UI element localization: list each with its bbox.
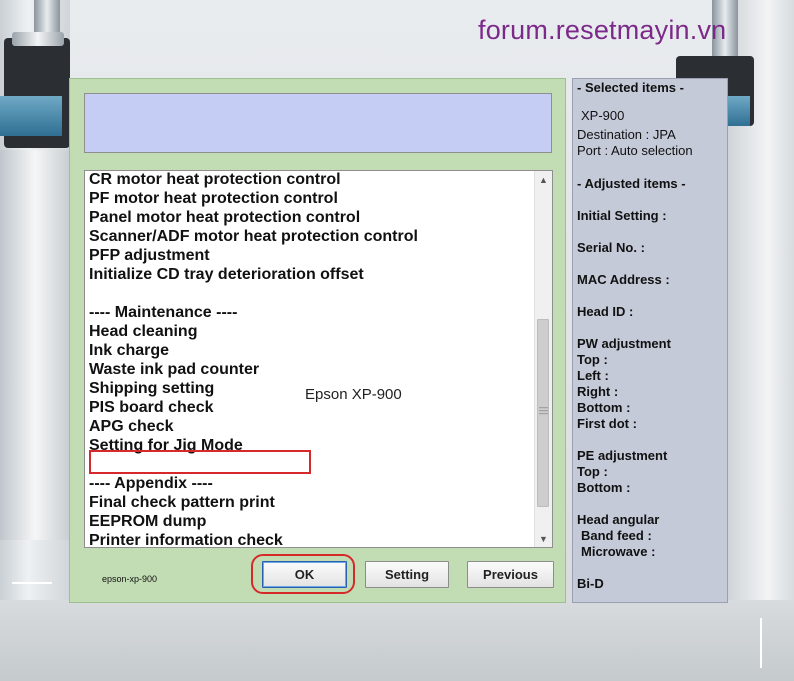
- list-scrollbar[interactable]: ▲ — — — ▼: [534, 171, 552, 547]
- head-id-label: Head ID :: [577, 304, 634, 319]
- adjusted-items-header: - Adjusted items -: [577, 176, 686, 191]
- chevron-down-icon[interactable]: ▼: [535, 530, 552, 547]
- list-item[interactable]: Waste ink pad counter: [89, 360, 534, 379]
- list-item[interactable]: APG check: [89, 417, 534, 436]
- setting-button[interactable]: Setting: [365, 561, 449, 588]
- list-item[interactable]: PFP adjustment: [89, 246, 534, 265]
- bid-label: Bi-D: [577, 576, 604, 591]
- pw-top-label: Top :: [577, 352, 608, 367]
- info-box: [84, 93, 552, 153]
- pw-first-dot-label: First dot :: [577, 416, 637, 431]
- head-angular-label: Head angular: [577, 512, 660, 527]
- pe-top-label: Top :: [577, 464, 608, 479]
- list-item[interactable]: ---- Maintenance ----: [89, 303, 534, 322]
- list-item[interactable]: Scanner/ADF motor heat protection contro…: [89, 227, 534, 246]
- list-item[interactable]: Ink charge: [89, 341, 534, 360]
- pw-left-label: Left :: [577, 368, 609, 383]
- pe-adjustment-label: PE adjustment: [577, 448, 668, 463]
- band-feed-label: Band feed :: [581, 528, 652, 543]
- printer-base: [0, 600, 794, 681]
- list-item[interactable]: Panel motor heat protection control: [89, 208, 534, 227]
- adjustment-list-items: CR motor heat protection control PF motor…: [89, 171, 534, 547]
- list-item[interactable]: PF motor heat protection control: [89, 189, 534, 208]
- selected-items-header: - Selected items -: [577, 80, 684, 95]
- list-item[interactable]: Printer information check: [89, 531, 534, 547]
- watermark: forum.resetmayin.vn: [478, 15, 727, 45]
- adjustment-list[interactable]: CR motor heat protection control PF motor…: [84, 170, 553, 548]
- grip-icon: — — —: [539, 402, 548, 418]
- list-item[interactable]: ---- Appendix ----: [89, 474, 534, 493]
- ok-button[interactable]: OK: [262, 561, 347, 588]
- list-item[interactable]: EEPROM dump: [89, 512, 534, 531]
- model-value: XP-900: [581, 108, 625, 123]
- port-value: Port : Auto selection: [577, 143, 693, 158]
- printer-blue-panel-left: [0, 96, 62, 136]
- list-item[interactable]: Final check pattern print: [89, 493, 534, 512]
- footer-label: epson-xp-900: [102, 574, 158, 584]
- floor-mark: [760, 618, 762, 668]
- adjustment-dialog: CR motor heat protection control PF motor…: [69, 78, 566, 603]
- initial-setting-label: Initial Setting :: [577, 208, 667, 223]
- floor-mark: [12, 582, 52, 584]
- model-label: Epson XP-900: [305, 386, 402, 403]
- list-item[interactable]: CR motor heat protection control: [89, 171, 534, 189]
- side-panel: - Selected items - XP-900 Destination : …: [572, 78, 728, 603]
- chevron-up-icon[interactable]: ▲: [535, 171, 552, 188]
- mac-address-label: MAC Address :: [577, 272, 670, 287]
- list-item[interactable]: Head cleaning: [89, 322, 534, 341]
- scroll-thumb[interactable]: — — —: [537, 319, 549, 507]
- previous-button[interactable]: Previous: [467, 561, 554, 588]
- pe-bottom-label: Bottom :: [577, 480, 631, 495]
- selection-highlight: [89, 450, 311, 474]
- pw-right-label: Right :: [577, 384, 619, 399]
- destination-value: Destination : JPA: [577, 127, 676, 142]
- serial-no-label: Serial No. :: [577, 240, 645, 255]
- pw-bottom-label: Bottom :: [577, 400, 631, 415]
- pw-adjustment-label: PW adjustment: [577, 336, 671, 351]
- list-item[interactable]: Initialize CD tray deterioration offset: [89, 265, 534, 284]
- printer-arm-left: [0, 150, 70, 540]
- microwave-label: Microwave :: [581, 544, 656, 559]
